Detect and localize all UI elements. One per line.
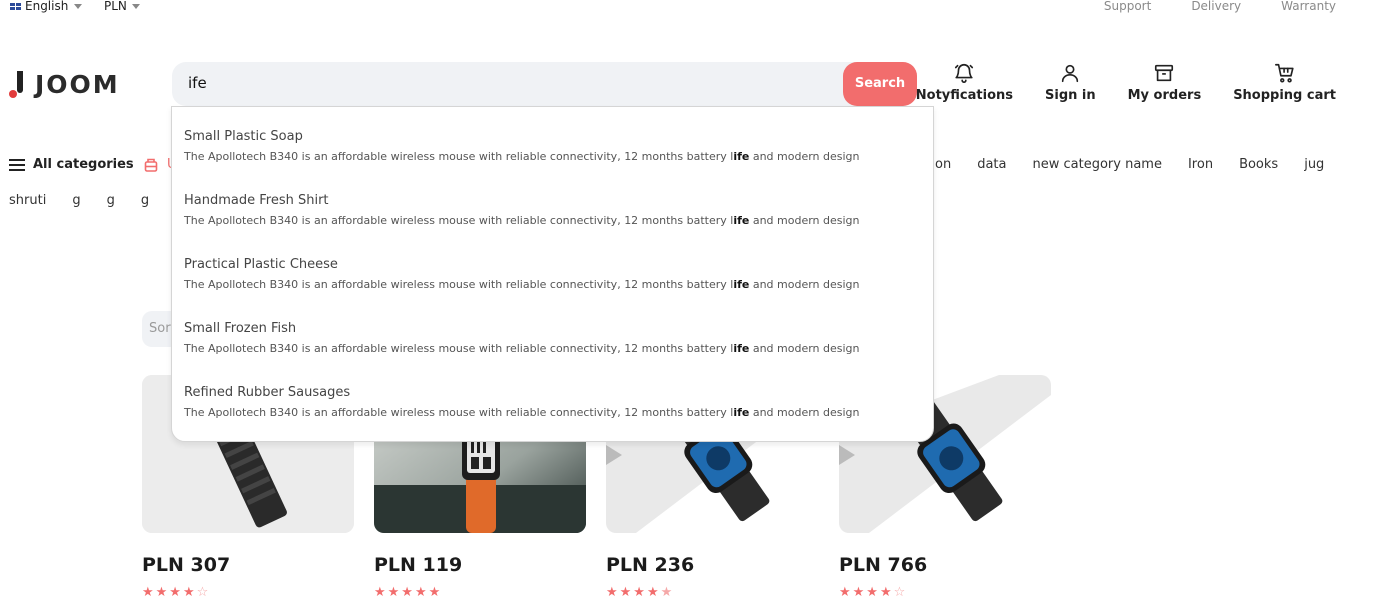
suggestion-item[interactable]: Refined Rubber Sausages The Apollotech B…: [184, 385, 860, 419]
logo-mark-icon: [9, 70, 27, 99]
cart-icon: [1274, 63, 1294, 83]
product-price: PLN 119: [374, 554, 463, 576]
currency-selector[interactable]: PLN: [104, 0, 140, 13]
suggestion-description: The Apollotech B340 is an affordable wir…: [184, 214, 860, 227]
all-categories-button[interactable]: All categories: [9, 157, 134, 172]
notifications-label: Notyfications: [915, 88, 1013, 103]
shopping-cart-label: Shopping cart: [1233, 88, 1336, 103]
suggestion-title: Handmade Fresh Shirt: [184, 193, 329, 208]
suggestion-item[interactable]: Handmade Fresh Shirt The Apollotech B340…: [184, 193, 860, 227]
rating-stars: ★★★★☆: [839, 585, 908, 599]
currency-label: PLN: [104, 0, 127, 13]
suggestion-description: The Apollotech B340 is an affordable wir…: [184, 342, 860, 355]
category-link[interactable]: Books: [1239, 157, 1278, 172]
suggestion-item[interactable]: Small Frozen Fish The Apollotech B340 is…: [184, 321, 860, 355]
search-button[interactable]: Search: [843, 62, 917, 106]
all-categories-label: All categories: [33, 157, 134, 172]
product-price: PLN 766: [839, 554, 928, 576]
category-link[interactable]: jug: [1304, 157, 1324, 172]
category-link[interactable]: Iron: [1188, 157, 1213, 172]
category-link[interactable]: g: [107, 193, 115, 208]
my-orders-label: My orders: [1127, 88, 1202, 103]
match-highlight: ife: [733, 214, 750, 227]
warranty-link[interactable]: Warranty: [1281, 0, 1336, 13]
menu-icon: [9, 158, 25, 171]
rating-stars: ★★★★★: [606, 585, 675, 599]
category-icon: [144, 157, 158, 173]
search-bar: Search: [172, 62, 917, 106]
category-link[interactable]: new category name: [1033, 157, 1162, 172]
category-row-1: on data new category name Iron Books jug: [935, 157, 1324, 172]
suggestion-title: Small Plastic Soap: [184, 129, 303, 144]
suggestion-description: The Apollotech B340 is an affordable wir…: [184, 278, 860, 291]
delivery-link[interactable]: Delivery: [1191, 0, 1241, 13]
orders-box-icon: [1155, 64, 1174, 82]
support-link[interactable]: Support: [1104, 0, 1151, 13]
category-link[interactable]: g: [72, 193, 80, 208]
chevron-down-icon: [74, 3, 83, 9]
shopping-cart-button[interactable]: Shopping cart: [1233, 62, 1336, 103]
search-suggestions-dropdown: Small Plastic Soap The Apollotech B340 i…: [171, 106, 934, 442]
suggestion-description: The Apollotech B340 is an affordable wir…: [184, 406, 860, 419]
product-price: PLN 236: [606, 554, 695, 576]
suggestion-title: Practical Plastic Cheese: [184, 257, 338, 272]
notifications-button[interactable]: Notyfications: [916, 62, 1013, 103]
sign-in-button[interactable]: Sign in: [1045, 62, 1096, 103]
search-input[interactable]: [188, 74, 828, 92]
suggestion-title: Refined Rubber Sausages: [184, 385, 351, 400]
language-selector[interactable]: English: [10, 0, 83, 13]
category-link[interactable]: shruti: [9, 193, 46, 208]
uk-flag-icon: [10, 2, 21, 10]
match-highlight: ife: [733, 342, 750, 355]
product-price: PLN 307: [142, 554, 231, 576]
category-link[interactable]: on: [935, 157, 951, 172]
top-links: Support Delivery Warranty: [1104, 0, 1336, 13]
category-row-2: shruti g g g q: [9, 193, 183, 208]
rating-stars: ★★★★☆: [142, 585, 211, 599]
suggestion-title: Small Frozen Fish: [184, 321, 297, 336]
rating-stars: ★★★★★: [374, 585, 443, 599]
match-highlight: ife: [733, 150, 750, 163]
match-highlight: ife: [733, 406, 750, 419]
sign-in-label: Sign in: [1045, 88, 1096, 103]
suggestion-item[interactable]: Small Plastic Soap The Apollotech B340 i…: [184, 129, 860, 163]
user-icon: [1062, 64, 1079, 83]
logo-text: JOOM: [35, 70, 120, 99]
language-label: English: [25, 0, 69, 13]
my-orders-button[interactable]: My orders: [1127, 62, 1202, 103]
suggestion-description: The Apollotech B340 is an affordable wir…: [184, 150, 860, 163]
logo[interactable]: JOOM: [9, 70, 120, 99]
chevron-down-icon: [131, 3, 140, 9]
header-actions: Notyfications Sign in My orders Shopping…: [916, 62, 1336, 103]
bell-icon: [955, 64, 974, 83]
top-bar: English PLN Support Delivery Warranty: [0, 0, 1376, 14]
category-link[interactable]: data: [977, 157, 1006, 172]
suggestion-item[interactable]: Practical Plastic Cheese The Apollotech …: [184, 257, 860, 291]
match-highlight: ife: [733, 278, 750, 291]
category-link[interactable]: g: [141, 193, 149, 208]
